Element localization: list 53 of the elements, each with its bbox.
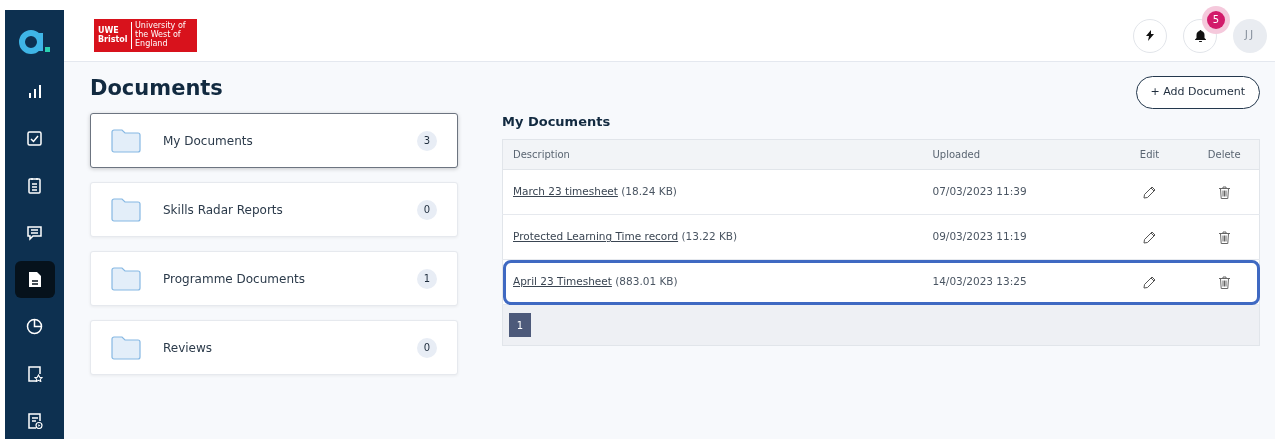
add-document-button[interactable]: + Add Document [1135,76,1260,109]
sidebar-item[interactable] [14,260,55,298]
folder-icon [111,197,141,222]
document-icon [26,270,43,288]
video-document-icon [26,411,43,429]
upload-date: 07/03/2023 11:39 [922,169,1110,215]
lightning-button[interactable] [1133,18,1167,53]
page-title: Documents [90,76,224,102]
folder-label: Programme Documents [163,270,306,288]
folder-count: 1 [417,268,437,289]
column-header: Edit [1109,139,1190,170]
folder-icon [111,266,141,291]
document-description: Protected Learning Time record (13.22 KB) [513,230,738,243]
folder-card[interactable]: My Documents 3 [90,113,458,169]
trash-icon [1218,276,1230,289]
chart-icon [26,82,43,100]
document-description: March 23 timesheet (18.24 KB) [513,185,677,198]
pencil-icon [1143,276,1156,289]
trash-icon [1218,231,1230,244]
column-header: Uploaded [922,139,1110,170]
folder-label: My Documents [163,132,254,150]
folder-icon [111,335,141,360]
clipboard-icon [26,176,43,194]
upload-date: 09/03/2023 11:19 [922,214,1110,260]
folder-label: Skills Radar Reports [163,201,284,219]
folder-count: 0 [417,337,437,358]
logo-subtitle: University of the West of England [131,22,193,49]
folder-card[interactable]: Reviews 0 [90,320,458,376]
document-description: April 23 Timesheet (883.01 KB) [513,275,678,288]
document-link[interactable]: Protected Learning Time record [513,230,679,243]
section-title: My Documents [502,112,612,131]
lightning-icon [1146,30,1154,41]
trash-icon [1218,186,1230,199]
page-button[interactable]: 1 [509,313,531,337]
document-link[interactable]: March 23 timesheet [513,185,618,198]
column-header: Delete [1189,139,1260,170]
pencil-icon [1143,231,1156,244]
folder-card[interactable]: Skills Radar Reports 0 [90,182,458,238]
folder-label: Reviews [163,339,214,357]
checkbox-icon [26,129,43,147]
logo-name: UWE Bristol [98,27,128,44]
folder-icon [111,128,141,153]
folder-card[interactable]: Programme Documents 1 [90,251,458,307]
column-header: Description [502,139,923,170]
folder-count: 0 [417,199,437,220]
bell-icon [1194,29,1206,42]
chat-icon [26,223,43,241]
pencil-icon [1143,186,1156,199]
document-link[interactable]: April 23 Timesheet [513,275,612,288]
star-document-icon [26,364,43,382]
pie-chart-icon [26,317,43,335]
folder-count: 3 [417,130,437,151]
upload-date: 14/03/2023 13:25 [922,259,1110,305]
